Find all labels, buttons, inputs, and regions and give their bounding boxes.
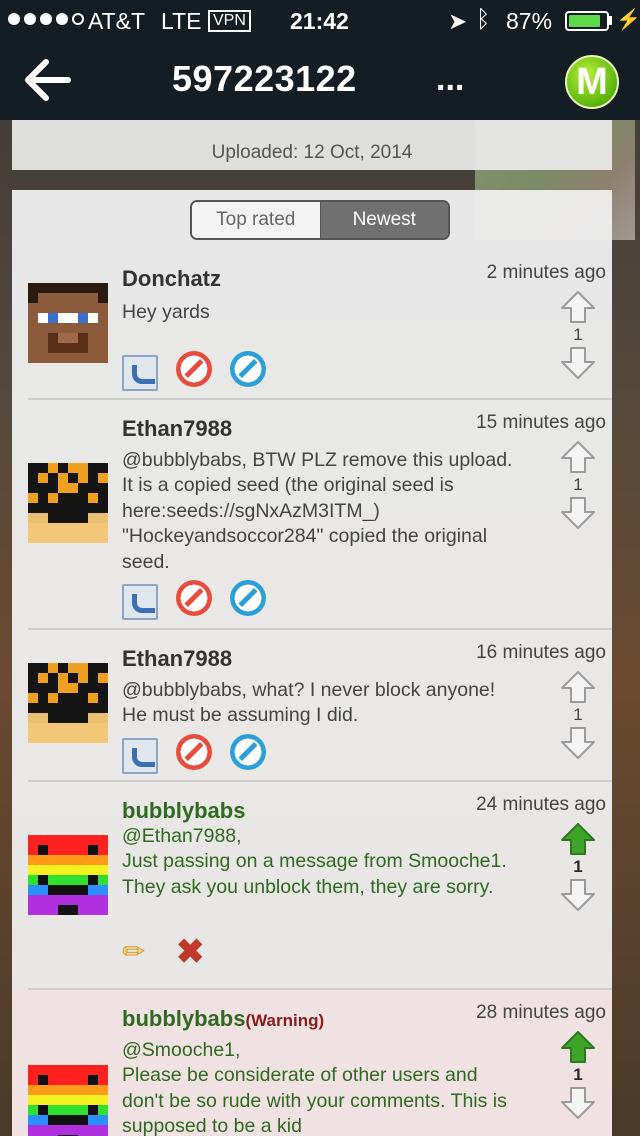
comment-item-warning: bubblybabs(Warning) 28 minutes ago @Smoo…: [12, 990, 612, 1136]
vote-control: 1: [560, 290, 596, 380]
comment-body: @Smooche1, Please be considerate of othe…: [122, 1039, 507, 1136]
reply-icon[interactable]: [122, 355, 158, 391]
bluetooth-icon: ᛒ: [476, 6, 491, 33]
comment-item: bubblybabs 24 minutes ago @Ethan7988, Ju…: [12, 782, 612, 988]
comment-item: Donchatz 2 minutes ago Hey yards 1: [12, 250, 612, 398]
logo-m-icon[interactable]: M: [565, 55, 619, 109]
avatar[interactable]: [28, 835, 108, 915]
comment-time: 15 minutes ago: [476, 412, 606, 433]
comment-body: @Ethan7988, Just passing on a message fr…: [122, 825, 507, 898]
upvote-arrow-icon[interactable]: [560, 440, 596, 474]
comment-time: 28 minutes ago: [476, 1002, 606, 1023]
page-title: 597223122: [172, 58, 357, 99]
vote-score: 1: [573, 705, 583, 724]
vote-score: 1: [573, 325, 583, 344]
top-bar: AT&T LTE VPN 21:42 ➤ ᛒ 87% ⚡ 597223122 .…: [0, 0, 640, 120]
status-bar: AT&T LTE VPN 21:42 ➤ ᛒ 87% ⚡: [0, 0, 640, 40]
upvote-arrow-icon[interactable]: [560, 290, 596, 324]
back-arrow-icon[interactable]: [22, 58, 72, 102]
block-icon[interactable]: [176, 580, 212, 616]
downvote-arrow-icon[interactable]: [560, 496, 596, 530]
battery-percent: 87%: [506, 8, 553, 34]
network-type: LTE: [161, 8, 202, 34]
reply-icon[interactable]: [122, 738, 158, 774]
more-button[interactable]: ...: [436, 60, 464, 99]
avatar[interactable]: [28, 463, 108, 543]
uploaded-date: Uploaded: 12 Oct, 2014: [211, 142, 413, 163]
block-icon[interactable]: [176, 734, 212, 770]
edit-pencil-icon[interactable]: ✏: [122, 934, 158, 970]
signal-strength-icon: [8, 13, 84, 25]
downvote-arrow-icon[interactable]: [560, 726, 596, 760]
comment-author[interactable]: Ethan7988: [122, 416, 232, 442]
block-icon[interactable]: [176, 351, 212, 387]
vote-control: 1: [560, 822, 596, 912]
comment-time: 24 minutes ago: [476, 794, 606, 815]
location-arrow-icon: ➤: [448, 8, 468, 34]
clock: 21:42: [290, 8, 349, 34]
comment-item: Ethan7988 16 minutes ago @bubblybabs, wh…: [12, 630, 612, 780]
comment-actions: [122, 351, 266, 391]
comment-actions: [122, 580, 266, 620]
comment-body: Hey yards: [122, 301, 210, 323]
upvote-arrow-icon[interactable]: [560, 822, 596, 856]
vote-control: 1: [560, 1030, 596, 1120]
upvote-arrow-icon[interactable]: [560, 1030, 596, 1064]
avatar[interactable]: [28, 283, 108, 363]
sort-segmented-control: Top rated Newest: [190, 200, 450, 240]
vpn-badge: VPN: [208, 10, 251, 32]
tab-newest[interactable]: Newest: [320, 202, 448, 238]
delete-x-icon[interactable]: ✖: [176, 934, 212, 970]
downvote-arrow-icon[interactable]: [560, 1086, 596, 1120]
comment-author[interactable]: Donchatz: [122, 266, 221, 292]
comment-actions: [122, 734, 266, 774]
report-icon[interactable]: [230, 734, 266, 770]
avatar[interactable]: [28, 1065, 108, 1136]
comment-author-name: bubblybabs: [122, 1006, 246, 1031]
battery-icon: [565, 11, 609, 31]
comment-item: Ethan7988 15 minutes ago @bubblybabs, BT…: [12, 400, 612, 628]
vote-score: 1: [573, 857, 583, 876]
comment-time: 2 minutes ago: [486, 262, 606, 283]
tab-top-rated[interactable]: Top rated: [192, 202, 321, 238]
vote-score: 1: [573, 1065, 583, 1084]
comment-body: @bubblybabs, what? I never block anyone!…: [122, 679, 496, 727]
upvote-arrow-icon[interactable]: [560, 670, 596, 704]
comment-author[interactable]: bubblybabs: [122, 798, 245, 824]
comments-panel: Top rated Newest Donchatz 2 minutes ago …: [12, 190, 612, 1136]
vote-control: 1: [560, 440, 596, 530]
comment-body: @bubblybabs, BTW PLZ remove this upload.…: [122, 449, 513, 573]
warning-tag: (Warning): [245, 1011, 325, 1030]
carrier-label: AT&T: [88, 8, 146, 34]
comment-time: 16 minutes ago: [476, 642, 606, 663]
downvote-arrow-icon[interactable]: [560, 346, 596, 380]
downvote-arrow-icon[interactable]: [560, 878, 596, 912]
battery-tip: [609, 16, 612, 25]
avatar[interactable]: [28, 663, 108, 743]
reply-icon[interactable]: [122, 584, 158, 620]
report-icon[interactable]: [230, 580, 266, 616]
report-icon[interactable]: [230, 351, 266, 387]
comment-actions: ✏ ✖: [122, 934, 212, 970]
comment-author[interactable]: bubblybabs(Warning): [122, 1006, 324, 1032]
upload-info-panel: Uploaded: 12 Oct, 2014: [12, 120, 612, 170]
comment-author[interactable]: Ethan7988: [122, 646, 232, 672]
vote-control: 1: [560, 670, 596, 760]
vote-score: 1: [573, 475, 583, 494]
charging-bolt-icon: ⚡: [616, 9, 640, 31]
